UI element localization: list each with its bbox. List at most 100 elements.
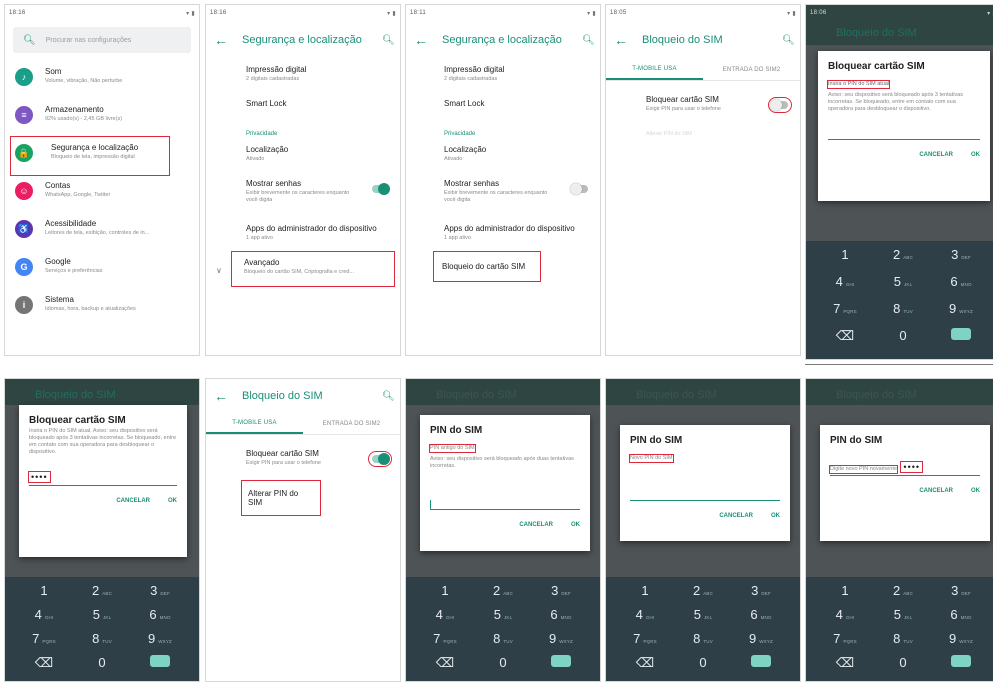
key-done[interactable] <box>532 655 590 679</box>
key-backspace[interactable]: ⌫ <box>416 655 474 679</box>
key-digit[interactable]: 1 <box>15 583 73 607</box>
key-digit[interactable]: 5 JKL <box>474 607 532 631</box>
cancel-button[interactable]: CANCELAR <box>919 488 953 494</box>
pin-input[interactable] <box>630 500 780 501</box>
key-digit[interactable]: 1 <box>816 247 874 271</box>
key-digit[interactable]: 9 WXYZ <box>732 631 790 655</box>
back-arrow-icon[interactable]: ← <box>414 32 432 48</box>
key-digit[interactable]: 8 TUV <box>73 631 131 655</box>
settings-item[interactable]: 🔒 Segurança e localização Bloqueio de tela… <box>10 136 170 176</box>
key-digit[interactable]: 9 WXYZ <box>932 631 990 655</box>
key-digit[interactable]: 8 TUV <box>674 631 732 655</box>
item-show-passwords[interactable]: Mostrar senhas Exibir brevemente os carac… <box>406 173 600 210</box>
ok-button[interactable]: OK <box>971 152 980 158</box>
toggle-switch[interactable] <box>570 183 588 195</box>
key-digit[interactable]: 8 TUV <box>474 631 532 655</box>
item-device-admin[interactable]: Apps do administrador do dispositivo 1 ap… <box>206 210 400 248</box>
item-change-pin[interactable]: Alterar PIN do SIM <box>241 480 321 516</box>
tab-tmobile[interactable]: T-MOBILE USA <box>606 59 703 80</box>
item-show-passwords[interactable]: Mostrar senhas Exibir brevemente os carac… <box>206 173 400 210</box>
item-lock-sim[interactable]: Bloquear cartão SIM Exigir PIN para usar … <box>606 89 800 123</box>
pin-input[interactable]: •••• <box>28 470 51 483</box>
key-backspace[interactable]: ⌫ <box>816 328 874 352</box>
item-fingerprint[interactable]: Impressão digital 2 digitais cadastradas <box>406 59 600 93</box>
key-digit[interactable]: 8 TUV <box>874 301 932 325</box>
item-advanced[interactable]: ∨ Avançado Bloqueio do cartão SIM, Criptog… <box>216 250 395 287</box>
item-location[interactable]: Localização Ativado <box>406 139 600 173</box>
key-digit[interactable]: 0 <box>474 655 532 679</box>
item-sim-lock[interactable]: Bloqueio do cartão SIM <box>433 250 541 282</box>
key-digit[interactable]: 3 DEF <box>732 583 790 607</box>
key-digit[interactable]: 6 MNO <box>732 607 790 631</box>
key-digit[interactable]: 6 MNO <box>932 274 990 298</box>
key-digit[interactable]: 7 PQRS <box>816 301 874 325</box>
key-digit[interactable]: 5 JKL <box>73 607 131 631</box>
key-digit[interactable]: 7 PQRS <box>15 631 73 655</box>
key-digit[interactable]: 7 PQRS <box>816 631 874 655</box>
key-digit[interactable]: 8 TUV <box>874 631 932 655</box>
key-digit[interactable]: 4 GHI <box>816 274 874 298</box>
item-lock-sim[interactable]: Bloquear cartão SIM Exigir PIN para usar … <box>206 443 400 477</box>
settings-item[interactable]: ☺ Contas WhatsApp, Google, Twitter <box>5 175 199 213</box>
cancel-button[interactable]: CANCELAR <box>116 498 150 504</box>
key-digit[interactable]: 1 <box>616 583 674 607</box>
key-digit[interactable]: 5 JKL <box>674 607 732 631</box>
toggle-switch[interactable] <box>372 183 390 195</box>
tab-tmobile[interactable]: T-MOBILE USA <box>206 413 303 434</box>
key-done[interactable] <box>131 655 189 679</box>
item-fingerprint[interactable]: Impressão digital 2 digitais cadastradas <box>206 59 400 93</box>
key-digit[interactable]: 3 DEF <box>932 247 990 271</box>
toggle-switch[interactable] <box>768 97 792 113</box>
key-digit[interactable]: 0 <box>874 328 932 352</box>
key-digit[interactable]: 4 GHI <box>416 607 474 631</box>
ok-button[interactable]: OK <box>771 513 780 519</box>
key-backspace[interactable]: ⌫ <box>15 655 73 679</box>
key-digit[interactable]: 9 WXYZ <box>532 631 590 655</box>
key-digit[interactable]: 1 <box>816 583 874 607</box>
pin-input[interactable] <box>828 138 980 140</box>
key-digit[interactable]: 2 ABC <box>73 583 131 607</box>
key-digit[interactable]: 5 JKL <box>874 274 932 298</box>
key-done[interactable] <box>932 328 990 352</box>
settings-search[interactable]: 🔍︎ Procurar nas configurações <box>13 27 191 53</box>
search-icon[interactable]: 🔍︎ <box>382 35 395 46</box>
key-digit[interactable]: 6 MNO <box>932 607 990 631</box>
key-digit[interactable]: 3 DEF <box>532 583 590 607</box>
key-digit[interactable]: 4 GHI <box>816 607 874 631</box>
key-digit[interactable]: 2 ABC <box>874 583 932 607</box>
item-smart-lock[interactable]: Smart Lock <box>206 93 400 121</box>
back-arrow-icon[interactable]: ← <box>214 32 232 48</box>
pin-input[interactable] <box>430 499 580 510</box>
item-smart-lock[interactable]: Smart Lock <box>406 93 600 121</box>
key-digit[interactable]: 9 WXYZ <box>131 631 189 655</box>
cancel-button[interactable]: CANCELAR <box>519 522 553 528</box>
back-arrow-icon[interactable]: ← <box>614 32 632 48</box>
cancel-button[interactable]: CANCELAR <box>719 513 753 519</box>
cancel-button[interactable]: CANCELAR <box>919 152 953 158</box>
search-icon[interactable]: 🔍︎ <box>582 35 595 46</box>
back-arrow-icon[interactable]: ← <box>214 388 232 404</box>
tab-sim2[interactable]: ENTRADA DO SIM2 <box>303 413 400 434</box>
key-digit[interactable]: 5 JKL <box>874 607 932 631</box>
key-digit[interactable]: 4 GHI <box>616 607 674 631</box>
ok-button[interactable]: OK <box>971 488 980 494</box>
settings-item[interactable]: ♿ Acessibilidade Leitores de tela, exibiçã… <box>5 213 199 251</box>
search-icon[interactable]: 🔍︎ <box>782 35 795 46</box>
settings-item[interactable]: G Google Serviços e preferências <box>5 251 199 289</box>
key-digit[interactable]: 0 <box>874 655 932 679</box>
key-digit[interactable]: 6 MNO <box>131 607 189 631</box>
settings-item[interactable]: ≡ Armazenamento 92% usado(s) - 2,45 GB liv… <box>5 99 199 137</box>
key-digit[interactable]: 7 PQRS <box>416 631 474 655</box>
key-digit[interactable]: 0 <box>674 655 732 679</box>
key-digit[interactable]: 6 MNO <box>532 607 590 631</box>
ok-button[interactable]: OK <box>571 522 580 528</box>
key-digit[interactable]: 4 GHI <box>15 607 73 631</box>
key-digit[interactable]: 7 PQRS <box>616 631 674 655</box>
key-done[interactable] <box>932 655 990 679</box>
key-digit[interactable]: 2 ABC <box>874 247 932 271</box>
key-done[interactable] <box>732 655 790 679</box>
pin-input[interactable]: •••• <box>900 461 924 473</box>
key-digit[interactable]: 9 WXYZ <box>932 301 990 325</box>
key-digit[interactable]: 2 ABC <box>474 583 532 607</box>
ok-button[interactable]: OK <box>168 498 177 504</box>
